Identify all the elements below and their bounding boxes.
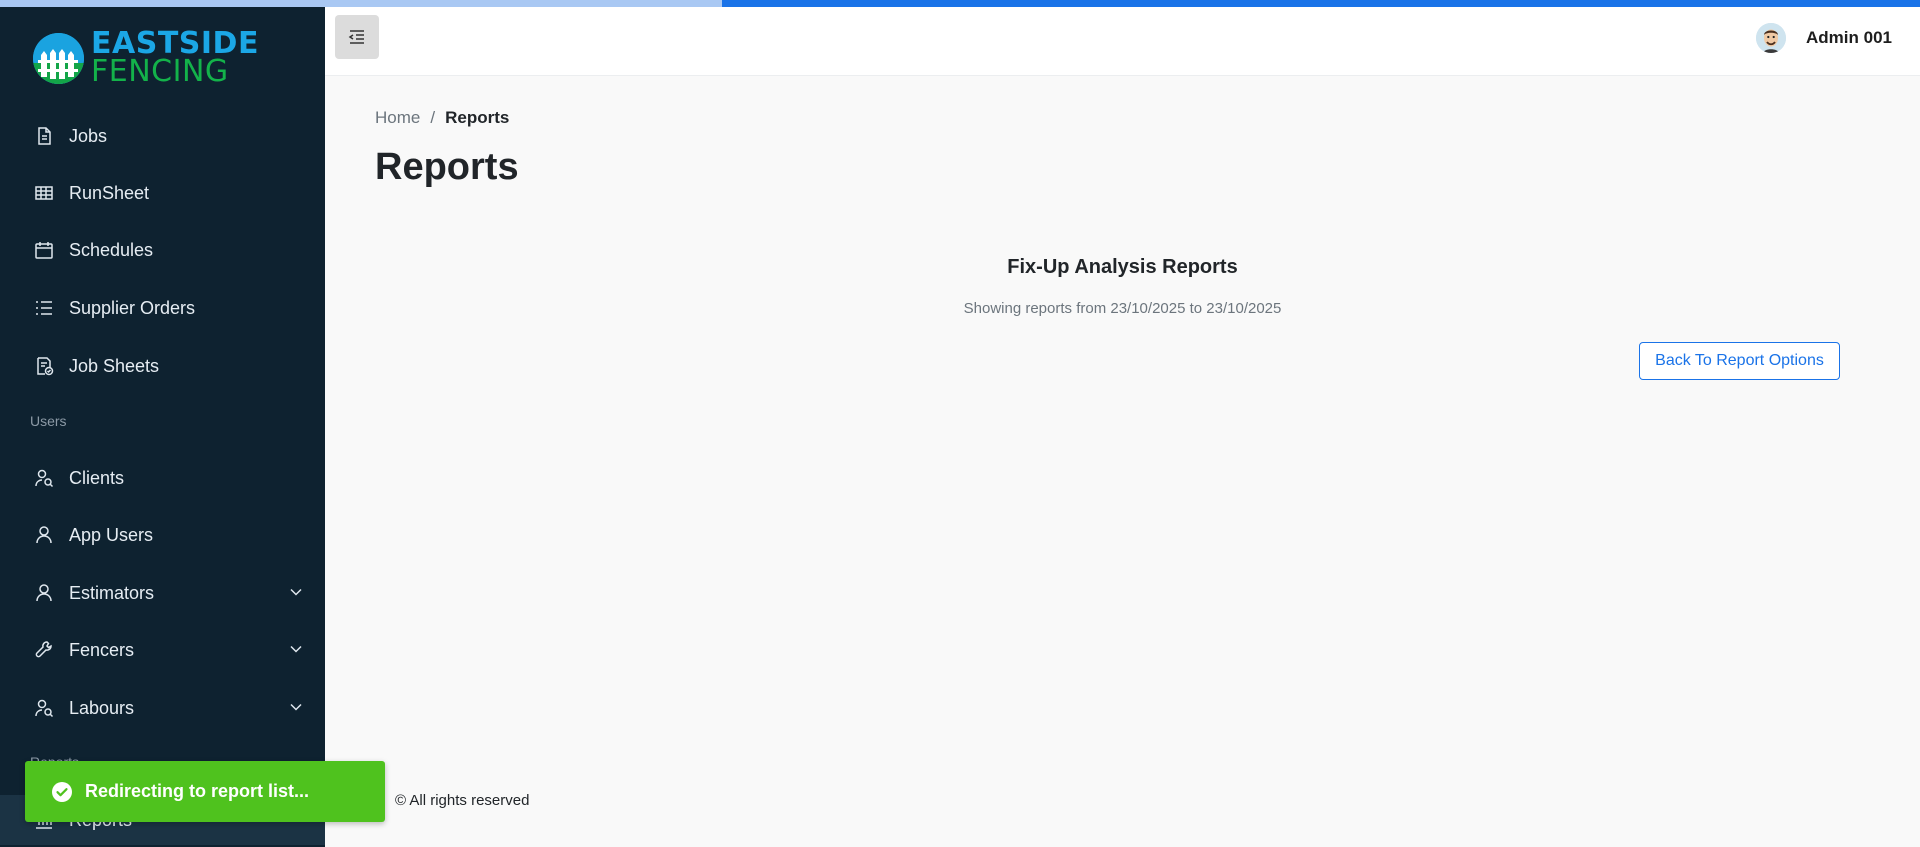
document-check-icon bbox=[33, 355, 55, 377]
brand-name-line2: FENCING bbox=[91, 54, 229, 89]
sidebar-item-label: Labours bbox=[69, 697, 135, 718]
back-to-report-options-button[interactable]: Back To Report Options bbox=[1639, 342, 1840, 380]
sidebar-item-label: Supplier Orders bbox=[69, 297, 196, 318]
calendar-icon bbox=[33, 239, 55, 261]
sidebar-item-schedules[interactable]: Schedules bbox=[0, 225, 325, 275]
report-title: Fix-Up Analysis Reports bbox=[1007, 256, 1238, 278]
sidebar-item-app-users[interactable]: App Users bbox=[0, 510, 325, 560]
sidebar-item-label: Schedules bbox=[69, 239, 154, 260]
wrench-icon bbox=[33, 639, 55, 661]
table-icon bbox=[33, 182, 55, 204]
user-search-icon bbox=[33, 467, 55, 489]
report-date-range: Showing reports from 23/10/2025 to 23/10… bbox=[963, 300, 1282, 317]
sidebar-item-label: Estimators bbox=[69, 582, 155, 603]
user-menu[interactable]: Admin 001 bbox=[1756, 23, 1892, 53]
sidebar-item-supplier-orders[interactable]: Supplier Orders bbox=[0, 283, 325, 333]
user-name: Admin 001 bbox=[1806, 28, 1892, 47]
breadcrumb: Home / Reports bbox=[375, 108, 509, 128]
sidebar-item-clients[interactable]: Clients bbox=[0, 453, 325, 503]
fence-logo-icon bbox=[33, 32, 84, 84]
page-title: Reports bbox=[375, 146, 519, 188]
sidebar-item-label: Jobs bbox=[69, 125, 108, 146]
sidebar-item-label: App Users bbox=[69, 524, 154, 545]
sidebar-item-labours[interactable]: Labours bbox=[0, 683, 325, 733]
user-search-icon bbox=[33, 697, 55, 719]
sidebar-item-runsheet[interactable]: RunSheet bbox=[0, 168, 325, 218]
sidebar-item-label: Clients bbox=[69, 467, 125, 488]
breadcrumb-home-link[interactable]: Home bbox=[375, 108, 420, 128]
loading-progress-fill bbox=[721, 0, 1920, 7]
user-icon bbox=[33, 524, 55, 546]
user-icon bbox=[33, 582, 55, 604]
chevron-down-icon[interactable] bbox=[289, 642, 303, 656]
sidebar: EASTSIDE FENCING Jobs RunSheet Schedules… bbox=[0, 0, 325, 847]
sidebar-item-job-sheets[interactable]: Job Sheets bbox=[0, 341, 325, 391]
breadcrumb-separator: / bbox=[430, 108, 436, 127]
footer-copyright: © All rights reserved bbox=[395, 792, 530, 809]
sidebar-item-label: Job Sheets bbox=[69, 355, 160, 376]
sidebar-item-label: RunSheet bbox=[69, 182, 150, 203]
chevron-down-icon[interactable] bbox=[289, 700, 303, 714]
sidebar-item-label: Fencers bbox=[69, 639, 135, 660]
breadcrumb-current: Reports bbox=[445, 108, 510, 127]
file-icon bbox=[33, 125, 55, 147]
sidebar-toggle-button[interactable] bbox=[335, 15, 379, 59]
menu-collapse-icon bbox=[348, 30, 364, 44]
toast-message: Redirecting to report list... bbox=[85, 781, 310, 801]
sidebar-item-fencers[interactable]: Fencers bbox=[0, 625, 325, 675]
list-icon bbox=[33, 297, 55, 319]
sidebar-item-jobs[interactable]: Jobs bbox=[0, 111, 325, 161]
top-bar: Admin 001 bbox=[325, 7, 1920, 76]
chevron-down-icon[interactable] bbox=[289, 585, 303, 599]
check-circle-icon bbox=[52, 781, 72, 802]
brand-logo[interactable]: EASTSIDE FENCING bbox=[33, 29, 259, 89]
avatar bbox=[1756, 23, 1787, 53]
toast-notification: Redirecting to report list... bbox=[25, 761, 385, 822]
sidebar-section-users: Users bbox=[30, 413, 67, 429]
sidebar-item-estimators[interactable]: Estimators bbox=[0, 568, 325, 618]
loading-progress-bar bbox=[0, 0, 1920, 7]
